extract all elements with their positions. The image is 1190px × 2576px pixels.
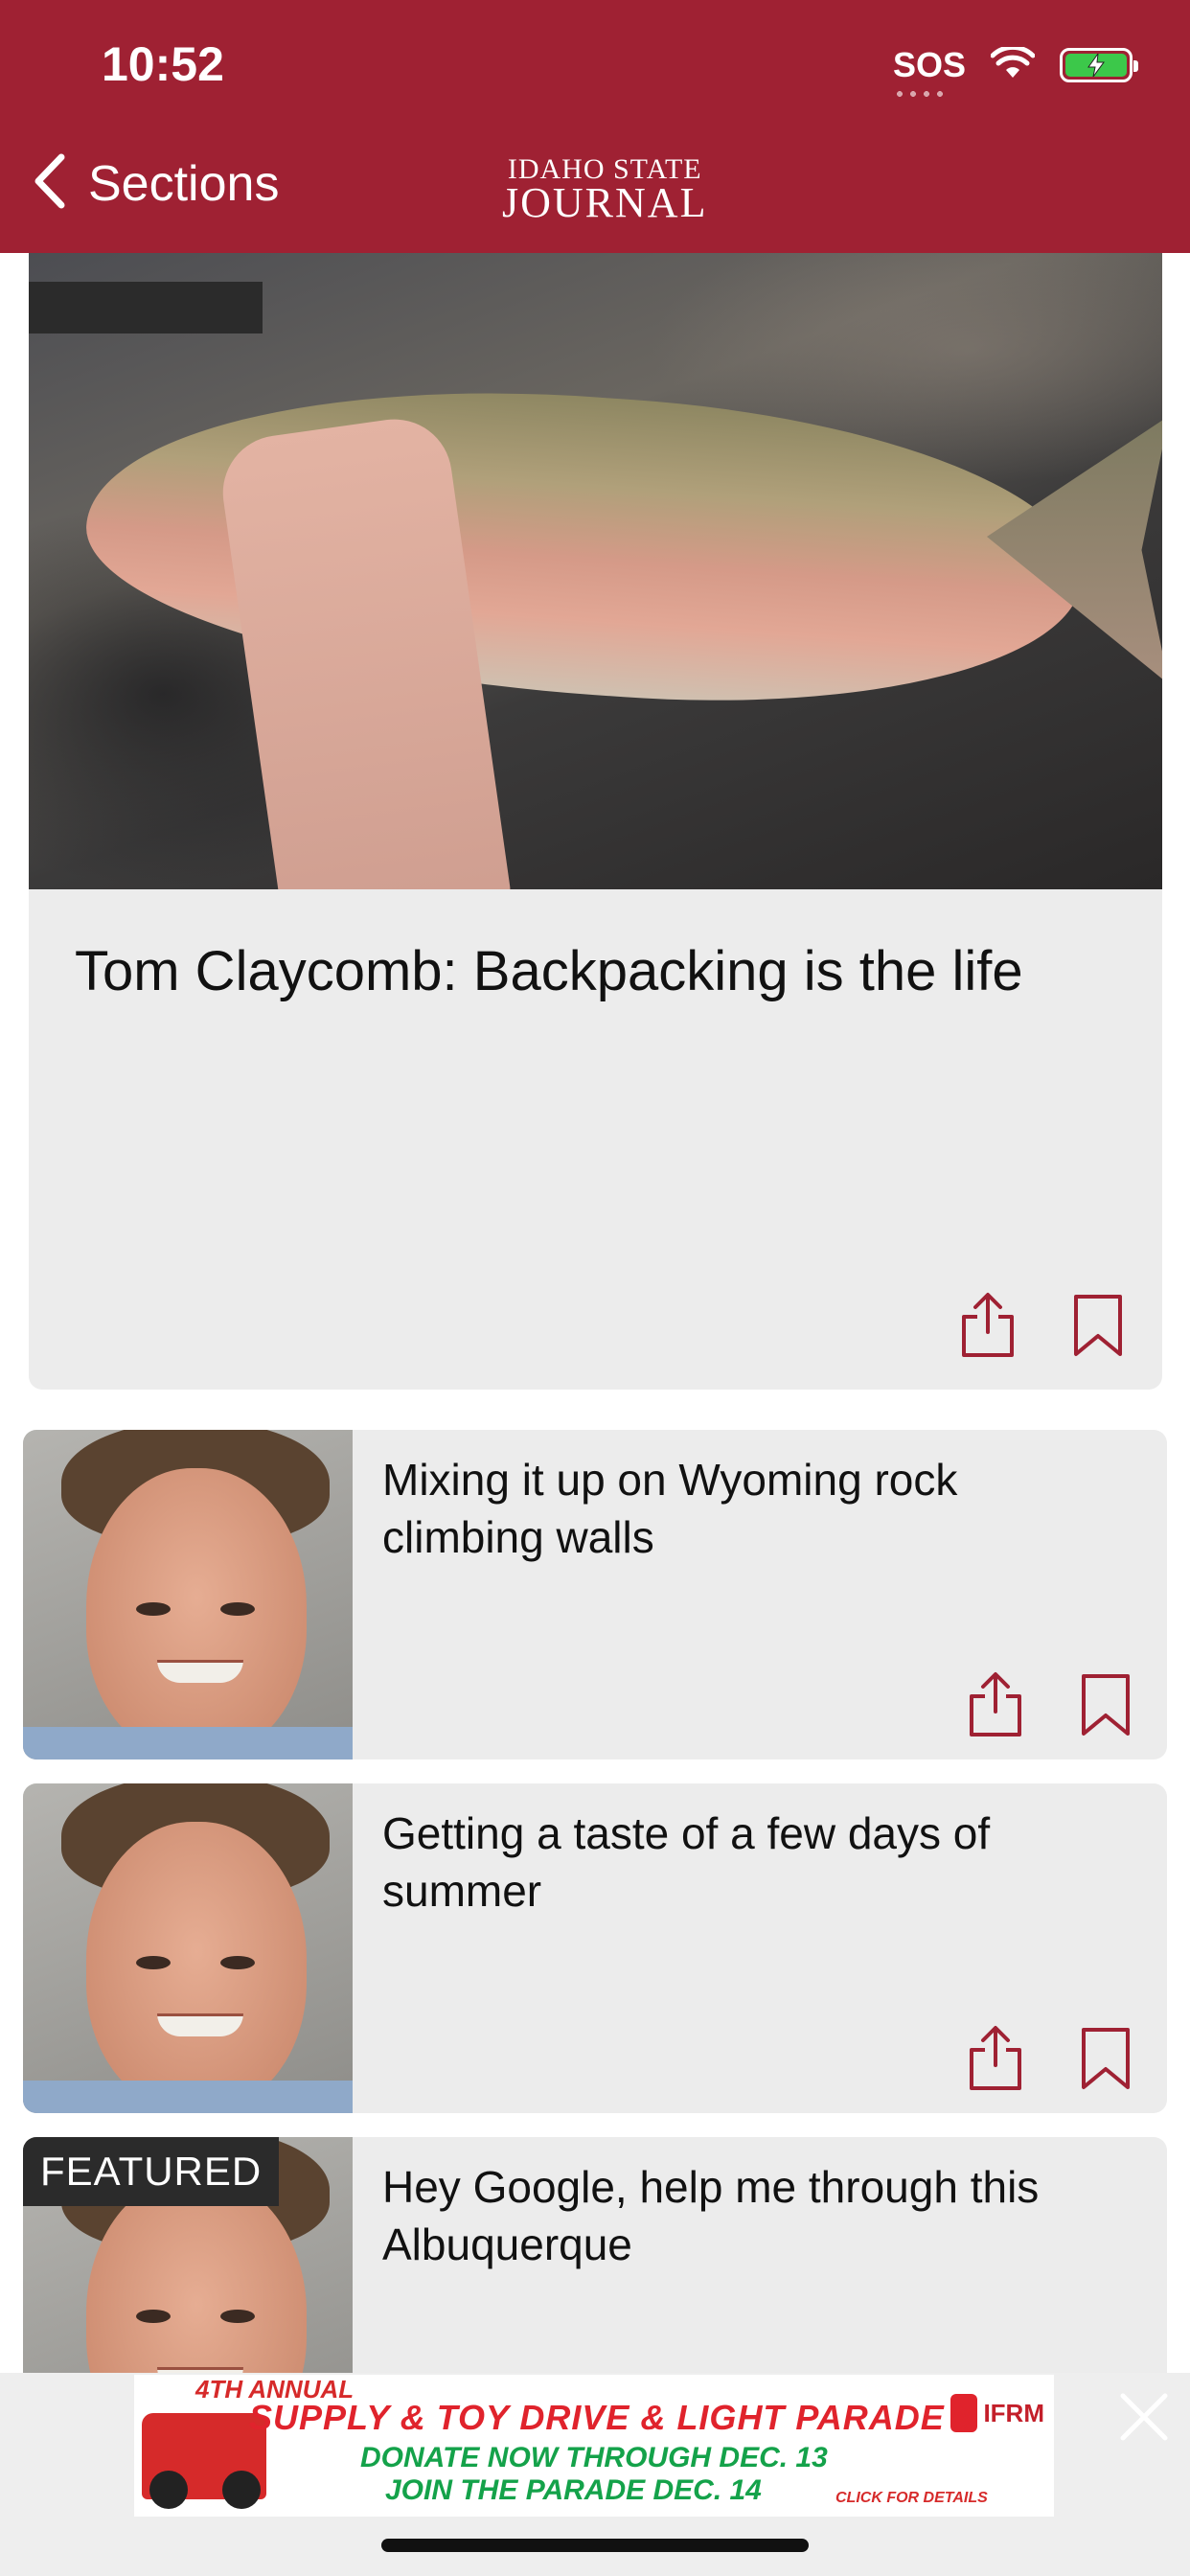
chevron-left-icon <box>33 153 67 214</box>
featured-article-title[interactable]: Tom Claycomb: Backpacking is the life <box>75 939 1129 1003</box>
status-icons: SOS <box>892 38 1138 97</box>
ad-logo-mark <box>950 2394 978 2432</box>
publication-logo[interactable]: Idaho State Journal <box>502 155 707 224</box>
article-card[interactable]: Mixing it up on Wyoming rock climbing wa… <box>23 1430 1167 1760</box>
featured-actions <box>958 1292 1123 1359</box>
ad-logo-text: IFRM <box>983 2398 1044 2427</box>
close-icon <box>1117 2393 1171 2448</box>
bookmark-icon[interactable] <box>1081 2027 1131 2090</box>
sos-indicator: SOS <box>892 45 966 97</box>
bookmark-icon[interactable] <box>1081 1673 1131 1736</box>
article-title[interactable]: Getting a taste of a few days of summer <box>382 1805 1110 1920</box>
image-tag <box>29 282 263 334</box>
share-icon[interactable] <box>958 1292 1018 1359</box>
ad-banner[interactable]: 4TH ANNUAL SUPPLY & TOY DRIVE & LIGHT PA… <box>134 2375 1054 2517</box>
share-icon[interactable] <box>966 2025 1025 2092</box>
article-actions <box>966 2025 1131 2092</box>
featured-article-image <box>29 253 1162 889</box>
home-indicator[interactable] <box>381 2539 809 2552</box>
bookmark-icon[interactable] <box>1073 1294 1123 1357</box>
wifi-icon <box>990 44 1036 84</box>
close-ad-button[interactable] <box>1117 2390 1171 2449</box>
ad-line-3: DONATE NOW THROUGH DEC. 13 <box>360 2442 828 2473</box>
article-actions <box>966 1671 1131 1738</box>
ad-logo: IFRM <box>950 2394 1044 2432</box>
jeep-graphic <box>142 2413 266 2509</box>
article-thumbnail <box>23 1430 353 1760</box>
ad-line-2: SUPPLY & TOY DRIVE & LIGHT PARADE <box>249 2398 945 2437</box>
ad-line-4: JOIN THE PARADE DEC. 14 <box>385 2474 762 2506</box>
app-header: 10:52 SOS Sections Idaho State Journal <box>0 0 1190 253</box>
logo-line-2: Journal <box>502 179 708 226</box>
article-thumbnail <box>23 1783 353 2113</box>
back-button[interactable]: Sections <box>33 153 279 214</box>
battery-icon <box>1060 48 1138 82</box>
article-title[interactable]: Hey Google, help me through this Albuque… <box>382 2158 1110 2273</box>
status-time: 10:52 <box>102 37 224 91</box>
featured-badge: FEATURED <box>23 2137 280 2206</box>
back-label: Sections <box>88 155 280 212</box>
article-title[interactable]: Mixing it up on Wyoming rock climbing wa… <box>382 1451 1110 1566</box>
article-card[interactable]: Getting a taste of a few days of summer <box>23 1783 1167 2113</box>
featured-article-card[interactable]: Tom Claycomb: Backpacking is the life <box>29 253 1162 1390</box>
ad-cta[interactable]: CLICK FOR DETAILS <box>835 2490 988 2507</box>
share-icon[interactable] <box>966 1671 1025 1738</box>
